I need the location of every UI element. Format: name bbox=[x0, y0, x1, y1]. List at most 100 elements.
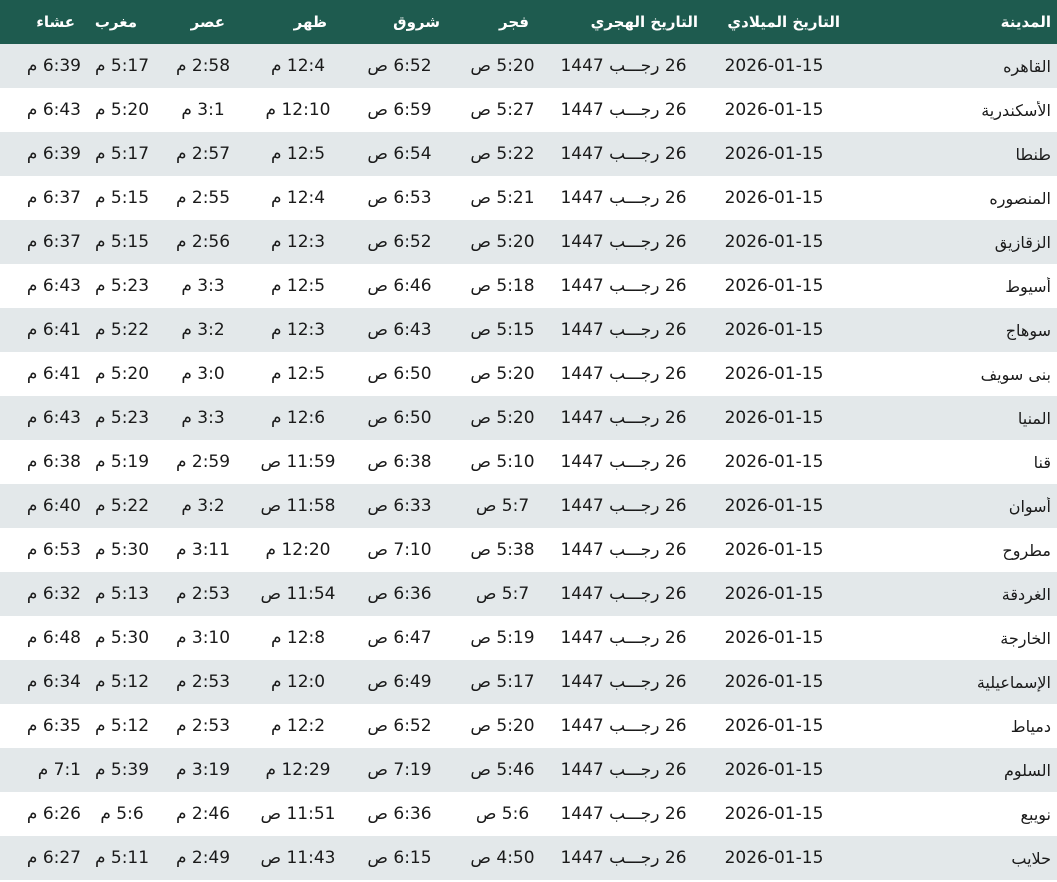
hijri-date-cell: 26 رجـــب 1447 bbox=[560, 188, 687, 208]
asr-time-cell: 3:10 م bbox=[175, 628, 231, 648]
gregorian-date-cell: 2026-01-15 bbox=[724, 144, 824, 164]
table-row: المنصوره 2026-01-15 26 رجـــب 1447 5:21 ص 6:… bbox=[0, 176, 1057, 220]
hijri-date-cell: 26 رجـــب 1447 bbox=[560, 452, 687, 472]
hijri-date-cell: 26 رجـــب 1447 bbox=[560, 496, 687, 516]
table-row: طنطا 2026-01-15 26 رجـــب 1447 5:22 ص 6:54 ص… bbox=[0, 132, 1057, 176]
dhuhr-time-cell: 12:29 م bbox=[265, 760, 331, 780]
table-row: أسيوط 2026-01-15 26 رجـــب 1447 5:18 ص 6:46 … bbox=[0, 264, 1057, 308]
gregorian-date-cell: 2026-01-15 bbox=[724, 716, 824, 736]
gregorian-date-cell: 2026-01-15 bbox=[724, 672, 824, 692]
isha-time-cell: 6:38 م bbox=[26, 452, 81, 472]
dhuhr-time-cell: 12:5 م bbox=[270, 364, 326, 384]
maghrib-time-cell: 5:17 م bbox=[94, 144, 150, 164]
dhuhr-time-cell: 11:59 ص bbox=[260, 452, 336, 472]
city-cell: حلايب bbox=[1011, 848, 1051, 868]
table-row: المنيا 2026-01-15 26 رجـــب 1447 5:20 ص 6:50… bbox=[0, 396, 1057, 440]
sunrise-time-cell: 6:52 ص bbox=[367, 56, 432, 76]
isha-time-cell: 6:53 م bbox=[26, 540, 81, 560]
sunrise-time-cell: 6:52 ص bbox=[367, 716, 432, 736]
asr-time-cell: 2:56 م bbox=[175, 232, 231, 252]
maghrib-time-cell: 5:30 م bbox=[94, 628, 150, 648]
city-cell: أسوان bbox=[1008, 496, 1051, 516]
fajr-time-cell: 5:38 ص bbox=[470, 540, 535, 560]
asr-time-cell: 2:58 م bbox=[175, 56, 231, 76]
fajr-time-cell: 5:18 ص bbox=[470, 276, 535, 296]
gregorian-date-cell: 2026-01-15 bbox=[724, 628, 824, 648]
asr-time-cell: 3:1 م bbox=[181, 100, 225, 120]
city-cell: مطروح bbox=[1002, 540, 1051, 560]
hijri-date-cell: 26 رجـــب 1447 bbox=[560, 716, 687, 736]
sunrise-time-cell: 6:36 ص bbox=[367, 584, 432, 604]
sunrise-time-cell: 6:38 ص bbox=[367, 452, 432, 472]
maghrib-time-cell: 5:6 م bbox=[100, 804, 144, 824]
maghrib-time-cell: 5:13 م bbox=[94, 584, 150, 604]
header-row: المدينة التاريخ الميلادي التاريخ الهجري … bbox=[0, 0, 1057, 44]
dhuhr-time-cell: 12:10 م bbox=[265, 100, 331, 120]
asr-time-cell: 3:2 م bbox=[181, 496, 225, 516]
city-cell: قنا bbox=[1033, 452, 1051, 472]
sunrise-time-cell: 6:47 ص bbox=[367, 628, 432, 648]
fajr-time-cell: 5:7 ص bbox=[475, 584, 530, 604]
fajr-time-cell: 5:22 ص bbox=[470, 144, 535, 164]
table-row: الأسكندرية 2026-01-15 26 رجـــب 1447 5:27 ص… bbox=[0, 88, 1057, 132]
isha-time-cell: 6:37 م bbox=[26, 232, 81, 252]
dhuhr-time-cell: 11:54 ص bbox=[260, 584, 336, 604]
header-city: المدينة bbox=[1000, 13, 1051, 31]
hijri-date-cell: 26 رجـــب 1447 bbox=[560, 760, 687, 780]
dhuhr-time-cell: 12:5 م bbox=[270, 276, 326, 296]
asr-time-cell: 3:0 م bbox=[181, 364, 225, 384]
hijri-date-cell: 26 رجـــب 1447 bbox=[560, 408, 687, 428]
asr-time-cell: 3:3 م bbox=[181, 276, 225, 296]
gregorian-date-cell: 2026-01-15 bbox=[724, 364, 824, 384]
city-cell: الأسكندرية bbox=[981, 100, 1051, 120]
isha-time-cell: 6:40 م bbox=[26, 496, 81, 516]
city-cell: طنطا bbox=[1015, 144, 1051, 164]
header-sunrise: شروق bbox=[393, 13, 440, 31]
hijri-date-cell: 26 رجـــب 1447 bbox=[560, 56, 687, 76]
asr-time-cell: 2:59 م bbox=[175, 452, 231, 472]
maghrib-time-cell: 5:20 م bbox=[94, 100, 150, 120]
maghrib-time-cell: 5:23 م bbox=[94, 276, 150, 296]
sunrise-time-cell: 6:50 ص bbox=[367, 364, 432, 384]
asr-time-cell: 3:3 م bbox=[181, 408, 225, 428]
dhuhr-time-cell: 11:58 ص bbox=[260, 496, 336, 516]
gregorian-date-cell: 2026-01-15 bbox=[724, 760, 824, 780]
isha-time-cell: 6:43 م bbox=[26, 408, 81, 428]
header-gregorian-date: التاريخ الميلادي bbox=[727, 13, 840, 31]
hijri-date-cell: 26 رجـــب 1447 bbox=[560, 364, 687, 384]
gregorian-date-cell: 2026-01-15 bbox=[724, 408, 824, 428]
fajr-time-cell: 5:20 ص bbox=[470, 56, 535, 76]
sunrise-time-cell: 6:43 ص bbox=[367, 320, 432, 340]
asr-time-cell: 3:11 م bbox=[175, 540, 231, 560]
maghrib-time-cell: 5:12 م bbox=[94, 672, 150, 692]
city-cell: سوهاج bbox=[1005, 320, 1051, 340]
table-row: الخارجة 2026-01-15 26 رجـــب 1447 5:19 ص 6:4… bbox=[0, 616, 1057, 660]
table-row: مطروح 2026-01-15 26 رجـــب 1447 5:38 ص 7:10 … bbox=[0, 528, 1057, 572]
asr-time-cell: 2:53 م bbox=[175, 672, 231, 692]
hijri-date-cell: 26 رجـــب 1447 bbox=[560, 232, 687, 252]
table-row: حلايب 2026-01-15 26 رجـــب 1447 4:50 ص 6:15 … bbox=[0, 836, 1057, 880]
header-dhuhr: ظهر bbox=[293, 13, 327, 31]
header-isha: عشاء bbox=[36, 13, 75, 31]
city-cell: المنصوره bbox=[989, 188, 1051, 208]
table-row: بنى سويف 2026-01-15 26 رجـــب 1447 5:20 ص 6:… bbox=[0, 352, 1057, 396]
dhuhr-time-cell: 12:8 م bbox=[270, 628, 326, 648]
city-cell: المنيا bbox=[1017, 408, 1051, 428]
maghrib-time-cell: 5:22 م bbox=[94, 320, 150, 340]
table-row: السلوم 2026-01-15 26 رجـــب 1447 5:46 ص 7:19… bbox=[0, 748, 1057, 792]
isha-time-cell: 6:43 م bbox=[26, 100, 81, 120]
gregorian-date-cell: 2026-01-15 bbox=[724, 232, 824, 252]
maghrib-time-cell: 5:20 م bbox=[94, 364, 150, 384]
sunrise-time-cell: 7:19 ص bbox=[367, 760, 432, 780]
hijri-date-cell: 26 رجـــب 1447 bbox=[560, 848, 687, 868]
header-hijri-date: التاريخ الهجري bbox=[590, 13, 698, 31]
gregorian-date-cell: 2026-01-15 bbox=[724, 100, 824, 120]
sunrise-time-cell: 6:50 ص bbox=[367, 408, 432, 428]
fajr-time-cell: 5:10 ص bbox=[470, 452, 535, 472]
sunrise-time-cell: 6:36 ص bbox=[367, 804, 432, 824]
maghrib-time-cell: 5:12 م bbox=[94, 716, 150, 736]
dhuhr-time-cell: 12:3 م bbox=[270, 232, 326, 252]
city-cell: القاهره bbox=[1003, 56, 1051, 76]
sunrise-time-cell: 7:10 ص bbox=[367, 540, 432, 560]
city-cell: أسيوط bbox=[1005, 276, 1051, 296]
